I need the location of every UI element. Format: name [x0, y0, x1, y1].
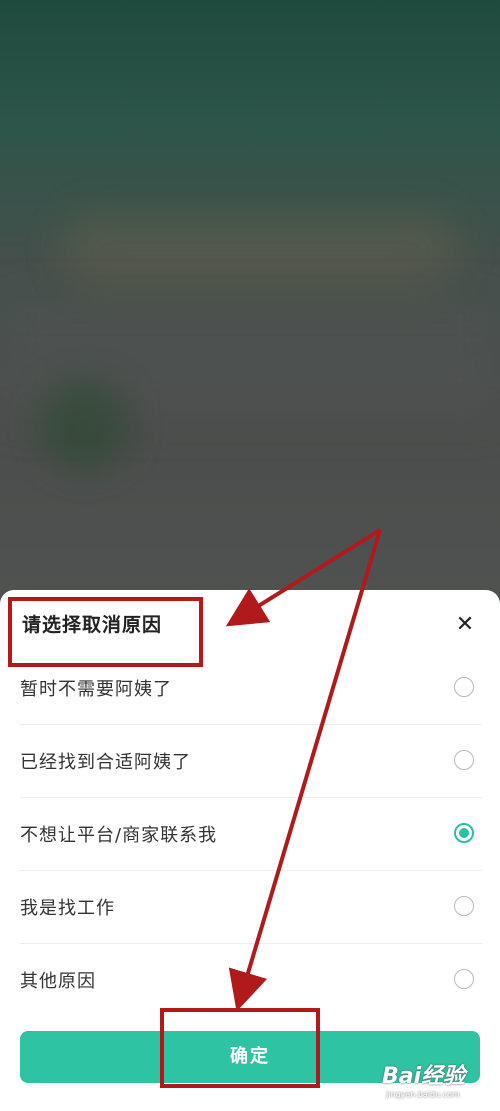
reason-option-label: 我是找工作 — [20, 898, 115, 919]
radio-button[interactable] — [454, 969, 474, 989]
reason-option[interactable]: 我是找工作 — [20, 871, 482, 944]
blurred-content-shape — [40, 380, 130, 470]
radio-button-selected[interactable] — [454, 823, 474, 843]
reason-option[interactable]: 不想让平台/商家联系我 — [20, 798, 482, 871]
watermark-logo: Bai经验 — [382, 1064, 466, 1089]
reason-option[interactable]: 已经找到合适阿姨了 — [20, 725, 482, 798]
blurred-content-shape — [60, 210, 460, 290]
watermark-url: jingyan.baidu.com — [386, 1090, 460, 1099]
radio-button[interactable] — [454, 750, 474, 770]
baidu-jingyan-watermark: Bai经验 jingyan.baidu.com — [382, 1058, 497, 1106]
annotation-box-confirm — [160, 1008, 320, 1088]
reason-option-label: 已经找到合适阿姨了 — [20, 752, 191, 773]
reason-option[interactable]: 其他原因 — [20, 944, 482, 1016]
annotation-box-title — [8, 597, 203, 667]
reason-option-label: 不想让平台/商家联系我 — [20, 825, 218, 846]
reason-option-label: 其他原因 — [20, 971, 96, 992]
reason-option-label: 暂时不需要阿姨了 — [20, 679, 172, 700]
radio-button[interactable] — [454, 677, 474, 697]
close-icon[interactable]: ✕ — [452, 612, 478, 638]
reason-option-list: 暂时不需要阿姨了 已经找到合适阿姨了 不想让平台/商家联系我 我是找工作 其他原… — [20, 652, 482, 1016]
radio-button[interactable] — [454, 896, 474, 916]
